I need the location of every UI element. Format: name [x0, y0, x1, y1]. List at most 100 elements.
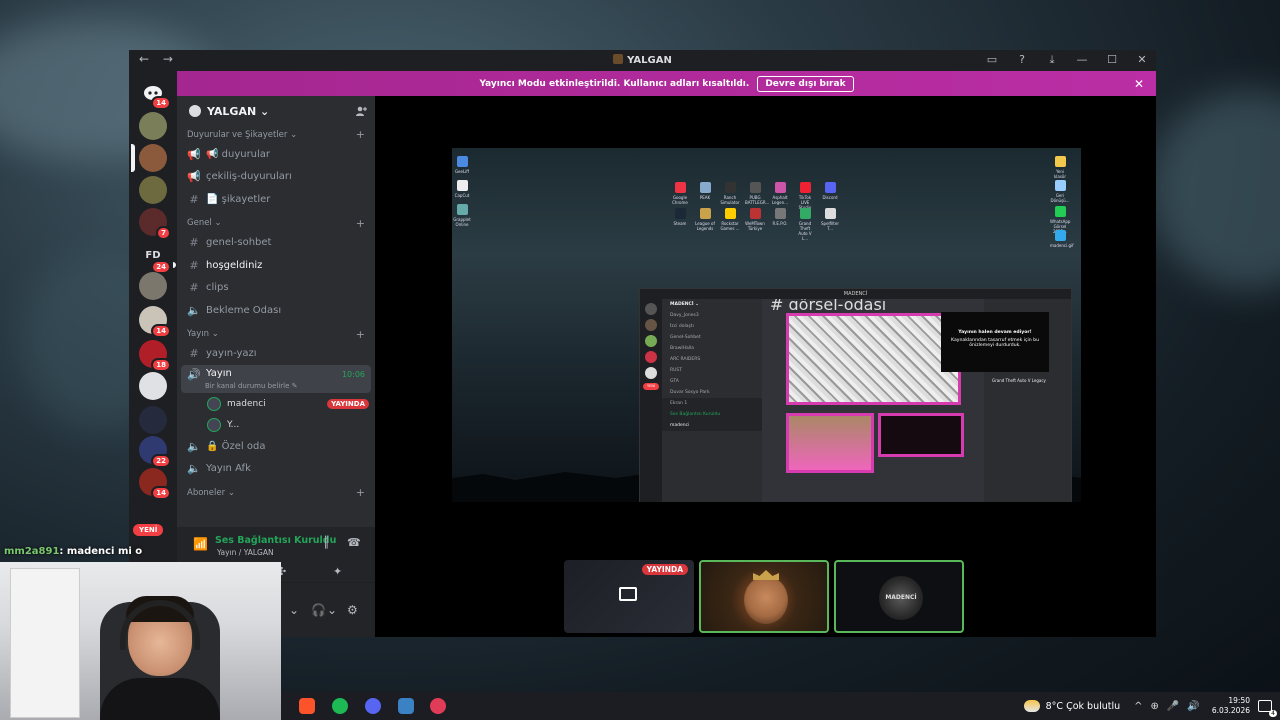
server-icon[interactable]: 14 — [139, 468, 171, 500]
avatar — [207, 396, 221, 411]
live-badge: YAYINDA — [641, 564, 688, 575]
badge: 14 — [151, 486, 171, 500]
voice-user[interactable]: madenci YAYINDA — [177, 393, 375, 414]
discord-icon[interactable] — [365, 698, 381, 714]
hash-icon: # — [189, 236, 199, 250]
channel-label: çekiliş-duyuruları — [206, 171, 292, 183]
server-icon[interactable] — [131, 144, 167, 172]
server-icon[interactable]: 22 — [139, 436, 171, 468]
server-icon[interactable] — [139, 176, 167, 204]
signal-icon[interactable]: 📶 — [193, 537, 208, 551]
weather-text[interactable]: 8°C Çok bulutlu — [1046, 701, 1121, 712]
category-label: Yayın ⌄ — [187, 329, 219, 339]
server-header[interactable]: YALGAN ⌄ — [177, 96, 375, 126]
server-icon[interactable]: FD 24 — [139, 242, 171, 274]
disable-button[interactable]: Devre dışı bırak — [757, 75, 854, 92]
spotify-icon[interactable] — [332, 698, 348, 714]
channel-label: genel-sohbet — [206, 237, 272, 249]
megaphone-icon: 📢 — [187, 170, 201, 184]
channel-bekleme[interactable]: 🔈 Bekleme Odası — [177, 299, 375, 322]
avatar-tile[interactable]: MADENCİ — [834, 560, 964, 633]
nested-row: Duvar Sosyo Park — [670, 390, 710, 395]
server-icon[interactable]: 7 — [139, 208, 171, 240]
shared-screen[interactable]: GeeLiff CapCut Grapplet Online Google Ch… — [452, 148, 1081, 502]
channel-clips[interactable]: # clips — [177, 277, 375, 300]
desktop-icon: GeeLiff — [452, 156, 472, 174]
chevron-up-icon[interactable]: ^ — [1134, 701, 1142, 712]
chevron-down-icon[interactable]: ⌄ — [327, 603, 337, 617]
channel-sikayetler[interactable]: # 📄 şikayetler — [177, 188, 375, 211]
channel-label: Bekleme Odası — [206, 304, 282, 316]
category-aboneler[interactable]: Aboneler ⌄ + — [177, 484, 375, 501]
channel-genel-sohbet[interactable]: # genel-sohbet — [177, 232, 375, 255]
help-icon[interactable]: ? — [1016, 53, 1028, 67]
nested-channel-list: MADENCİ ⌄ Davy_Jones3 İzci dolaştı Genel… — [662, 299, 762, 502]
brave-icon[interactable] — [299, 698, 315, 714]
server-icon[interactable] — [139, 372, 167, 400]
download-icon[interactable]: ⤓ — [1046, 53, 1058, 67]
category-genel[interactable]: Genel ⌄ + — [177, 215, 375, 232]
app-icon[interactable] — [398, 698, 414, 714]
server-icon — [613, 54, 624, 64]
close-button[interactable]: ✕ — [1136, 53, 1148, 67]
server-icon[interactable] — [139, 112, 167, 140]
noise-suppression-icon[interactable]: ║ — [323, 536, 330, 549]
speaker-icon: 🔈 — [187, 303, 201, 317]
server-icon[interactable] — [139, 406, 167, 434]
channel-status[interactable]: Bir kanal durumu belirle ✎ — [205, 382, 298, 390]
volume-icon[interactable]: 🔊 — [1187, 701, 1199, 712]
channel-cekilis[interactable]: 📢 çekiliş-duyuruları — [177, 166, 375, 189]
category-duyurular[interactable]: Duyurular ve Şikayetler ⌄ + — [177, 126, 375, 143]
soundboard-icon[interactable]: ✦ — [333, 565, 342, 578]
voice-location[interactable]: Yayın / YALGAN — [217, 548, 274, 557]
channel-label: 🔒 Özel oda — [206, 440, 266, 452]
voice-status[interactable]: Ses Bağlantısı Kuruldu — [215, 535, 336, 546]
chevron-down-icon[interactable]: ⌄ — [289, 603, 299, 617]
nested-row: İzci dolaştı — [670, 324, 694, 329]
add-channel-icon[interactable]: + — [356, 217, 365, 230]
voice-user-name: Y... — [227, 419, 240, 430]
add-channel-icon[interactable]: + — [356, 128, 365, 141]
close-icon[interactable]: ✕ — [1134, 77, 1144, 91]
chat-overlay: mm2a891: madenci mi o — [4, 546, 142, 557]
server-icon[interactable]: 18 — [139, 340, 171, 372]
desktop-icon: CapCut — [452, 180, 472, 198]
server-icon[interactable] — [139, 272, 167, 300]
desktop-icon: Discord — [820, 182, 840, 200]
channel-yayin-afk[interactable]: 🔈 Yayın Afk — [177, 458, 375, 481]
stream-tile[interactable]: YAYINDA — [564, 560, 694, 633]
speaker-icon: 🔈 — [187, 439, 201, 453]
desktop-icon: Geri Dönüşü... — [1050, 180, 1070, 203]
streamer-mode-banner: Yayıncı Modu etkinleştirildi. Kullanıcı … — [177, 71, 1156, 96]
nested-row: Genel-Sohbet — [670, 335, 701, 340]
gear-icon[interactable]: ⚙ — [347, 603, 358, 617]
minimize-button[interactable]: — — [1076, 53, 1088, 67]
channel-hosgeldiniz[interactable]: # hoşgeldiniz — [173, 254, 375, 277]
badge: 22 — [151, 454, 171, 468]
add-channel-icon[interactable]: + — [356, 486, 365, 499]
channel-duyurular[interactable]: 📢 📢 duyurular — [177, 143, 375, 166]
direct-messages-icon[interactable]: 14 — [139, 78, 171, 110]
channel-ozel-oda[interactable]: 🔈 🔒 Özel oda — [177, 435, 375, 458]
category-yayin[interactable]: Yayın ⌄ + — [177, 326, 375, 343]
microphone-icon[interactable]: 🎤 — [1167, 701, 1179, 712]
network-icon[interactable]: ⊕ — [1151, 701, 1159, 712]
server-icon[interactable]: 14 — [139, 306, 171, 338]
add-channel-icon[interactable]: + — [356, 328, 365, 341]
obs-icon[interactable] — [430, 698, 446, 714]
headphones-icon[interactable]: 🎧 — [311, 603, 326, 617]
person-add-icon[interactable] — [355, 105, 367, 120]
camera-tile[interactable] — [699, 560, 829, 633]
clock[interactable]: 19:50 6.03.2026 — [1212, 696, 1250, 716]
date: 6.03.2026 — [1211, 706, 1250, 715]
stream-stage[interactable]: GeeLiff CapCut Grapplet Online Google Ch… — [375, 96, 1156, 637]
nested-toast-title: Yayının halen devam ediyor! — [958, 330, 1032, 335]
maximize-button[interactable]: ☐ — [1106, 53, 1118, 67]
inbox-icon[interactable]: ▭ — [986, 53, 998, 67]
disconnect-icon[interactable]: ☎ — [347, 536, 361, 549]
dark-cam — [878, 413, 964, 457]
channel-yayin-voice[interactable]: 🔊 Yayın 10:06 Bir kanal durumu belirle ✎ — [181, 365, 371, 393]
voice-user[interactable]: Y... — [177, 414, 375, 435]
channel-yayin-yazi[interactable]: # yayın-yazı — [177, 343, 375, 366]
notification-icon[interactable]: 4 — [1258, 700, 1277, 717]
